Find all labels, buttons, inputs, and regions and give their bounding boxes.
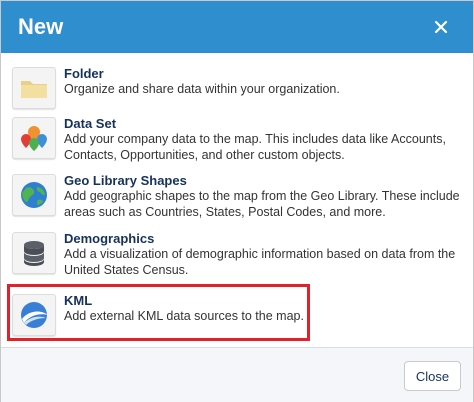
kml-highlight-box xyxy=(7,284,310,341)
option-description: Add a visualization of demographic infor… xyxy=(64,247,456,277)
globe-icon xyxy=(12,174,56,216)
option-data-set[interactable]: Data Set Add your company data to the ma… xyxy=(1,116,473,172)
option-title: Data Set xyxy=(64,116,117,131)
folder-icon xyxy=(12,67,56,109)
option-description: Add geographic shapes to the map from th… xyxy=(64,189,460,219)
option-folder[interactable]: Folder Organize and share data within yo… xyxy=(1,66,473,122)
option-demographics[interactable]: Demographics Add a visualization of demo… xyxy=(1,231,473,287)
dialog-footer: Close xyxy=(1,347,473,402)
close-icon[interactable] xyxy=(433,19,449,35)
dialog-title: New xyxy=(18,14,64,39)
database-icon xyxy=(12,232,56,274)
option-title: Folder xyxy=(64,66,104,81)
close-button[interactable]: Close xyxy=(404,361,461,391)
option-title: Demographics xyxy=(64,231,155,246)
dialog-header: New xyxy=(1,1,473,53)
option-description: Add your company data to the map. This i… xyxy=(64,132,446,162)
option-description: Organize and share data within your orga… xyxy=(64,82,340,96)
option-title: Geo Library Shapes xyxy=(64,173,187,188)
map-pins-icon xyxy=(12,117,56,159)
option-geo-library-shapes[interactable]: Geo Library Shapes Add geographic shapes… xyxy=(1,173,473,229)
new-dialog: New Folder Organize and share data withi… xyxy=(0,0,474,402)
